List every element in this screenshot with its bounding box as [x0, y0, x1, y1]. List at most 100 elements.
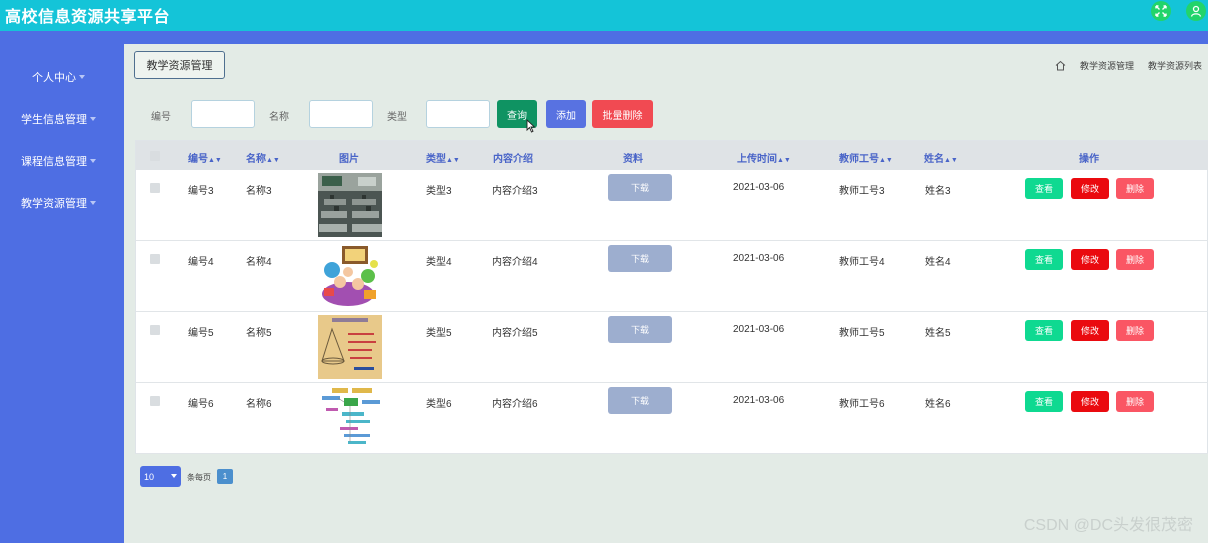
search-input-name[interactable] [309, 100, 373, 128]
chevron-down-icon [90, 201, 96, 205]
view-button[interactable]: 查看 [1025, 320, 1063, 341]
user-icon[interactable] [1186, 1, 1206, 21]
cell-name: 名称4 [246, 257, 272, 268]
search-input-id[interactable] [191, 100, 255, 128]
sort-icon: ▲▼ [777, 157, 791, 164]
edit-button[interactable]: 修改 [1071, 178, 1109, 199]
table-header: 编号▲▼ 名称▲▼ 图片 类型▲▼ 内容介绍 资料 上传时间▲▼ 教师工号▲▼ … [136, 141, 1208, 170]
cell-teacher-name: 姓名6 [925, 399, 951, 410]
download-button[interactable]: 下载 [608, 316, 672, 343]
page-size-select[interactable]: 10 [140, 466, 181, 487]
column-header-actions: 操作 [1079, 150, 1099, 165]
cell-teacher-name: 姓名4 [925, 257, 951, 268]
sidebar-item-course-info[interactable]: 课程信息管理 [21, 153, 124, 169]
column-header-teacher-name[interactable]: 姓名▲▼ [924, 150, 958, 165]
row-checkbox[interactable] [150, 183, 160, 193]
breadcrumb-item[interactable]: 教学资源管理 [1080, 59, 1134, 72]
delete-button[interactable]: 删除 [1116, 320, 1154, 341]
column-header-label: 名称 [246, 154, 266, 165]
add-button[interactable]: 添加 [546, 100, 586, 128]
column-header-label: 操作 [1079, 154, 1099, 165]
sidebar-item-student-info[interactable]: 学生信息管理 [21, 111, 124, 127]
home-icon[interactable] [1055, 60, 1066, 71]
batch-delete-button[interactable]: 批量删除 [592, 100, 653, 128]
column-header-intro: 内容介绍 [493, 150, 533, 165]
table-row: 编号3 名称3 类型3 内容介绍3 下载 2021-03-06 教师工号3 姓名… [136, 170, 1208, 241]
sidebar: 个人中心 学生信息管理 课程信息管理 教学资源管理 [0, 31, 124, 543]
delete-button[interactable]: 删除 [1116, 249, 1154, 270]
cell-type: 类型5 [426, 328, 452, 339]
sidebar-item-teaching-resources[interactable]: 教学资源管理 [21, 195, 124, 211]
download-button[interactable]: 下载 [608, 387, 672, 414]
column-header-id[interactable]: 编号▲▼ [188, 150, 222, 165]
page-size-value: 10 [144, 471, 155, 482]
cell-id: 编号6 [188, 399, 214, 410]
search-label-type: 类型 [387, 112, 407, 123]
sidebar-item-personal-center[interactable]: 个人中心 [32, 69, 124, 85]
cell-intro: 内容介绍6 [492, 399, 538, 410]
search-input-type[interactable] [426, 100, 490, 128]
chevron-down-icon [79, 75, 85, 79]
cartoon-image[interactable] [318, 244, 382, 308]
cell-type: 类型3 [426, 186, 452, 197]
sort-icon: ▲▼ [879, 157, 893, 164]
cell-intro: 内容介绍3 [492, 186, 538, 197]
cell-type: 类型4 [426, 257, 452, 268]
chevron-down-icon [90, 159, 96, 163]
mind-map-image[interactable] [318, 386, 382, 450]
row-checkbox[interactable] [150, 254, 160, 264]
cell-teacher-no: 教师工号4 [839, 257, 885, 268]
main-content: 教学资源管理 教学资源管理 教学资源列表 编号 名称 类型 查询 添加 批量删除… [124, 44, 1208, 543]
edit-button[interactable]: 修改 [1071, 320, 1109, 341]
column-header-image: 图片 [339, 150, 359, 165]
cell-teacher-no: 教师工号6 [839, 399, 885, 410]
column-header-label: 姓名 [924, 154, 944, 165]
row-checkbox[interactable] [150, 396, 160, 406]
download-button[interactable]: 下载 [608, 174, 672, 201]
edit-button[interactable]: 修改 [1071, 249, 1109, 270]
search-label-name: 名称 [269, 112, 289, 123]
column-header-label: 教师工号 [839, 154, 879, 165]
column-header-teacher-no[interactable]: 教师工号▲▼ [839, 150, 893, 165]
cell-type: 类型6 [426, 399, 452, 410]
column-header-name[interactable]: 名称▲▼ [246, 150, 280, 165]
cell-id: 编号5 [188, 328, 214, 339]
table-row: 编号6 名称6 类型6 内容介绍6 下载 2021-03-06 教师工号6 姓名… [136, 383, 1208, 454]
delete-button[interactable]: 删除 [1116, 391, 1154, 412]
column-header-label: 上传时间 [737, 154, 777, 165]
breadcrumb-item-current: 教学资源列表 [1147, 61, 1202, 71]
cell-teacher-no: 教师工号3 [839, 186, 885, 197]
chevron-down-icon [171, 474, 177, 478]
edit-button[interactable]: 修改 [1071, 391, 1109, 412]
delete-button[interactable]: 删除 [1116, 178, 1154, 199]
page-number-current[interactable]: 1 [217, 469, 233, 484]
cell-name: 名称3 [246, 186, 272, 197]
select-all-checkbox[interactable] [150, 151, 160, 161]
sidebar-item-label: 教学资源管理 [21, 198, 87, 210]
cell-upload-time: 2021-03-06 [733, 324, 785, 335]
sort-icon: ▲▼ [208, 157, 222, 164]
fullscreen-icon[interactable] [1151, 1, 1171, 21]
tab-teaching-resources[interactable]: 教学资源管理 [134, 51, 225, 79]
cell-intro: 内容介绍4 [492, 257, 538, 268]
column-header-label: 类型 [426, 154, 446, 165]
download-button[interactable]: 下载 [608, 245, 672, 272]
classroom-image[interactable] [318, 173, 382, 237]
resource-table: 编号▲▼ 名称▲▼ 图片 类型▲▼ 内容介绍 资料 上传时间▲▼ 教师工号▲▼ … [135, 140, 1208, 454]
sort-icon: ▲▼ [446, 157, 460, 164]
mouse-cursor-icon [526, 119, 536, 133]
view-button[interactable]: 查看 [1025, 391, 1063, 412]
cell-upload-time: 2021-03-06 [733, 182, 785, 193]
column-header-type[interactable]: 类型▲▼ [426, 150, 460, 165]
app-title: 高校信息资源共享平台 [5, 9, 171, 26]
column-header-upload-time[interactable]: 上传时间▲▼ [737, 150, 791, 165]
chevron-down-icon [90, 117, 96, 121]
column-header-label: 内容介绍 [493, 154, 533, 165]
cone-diagram-image[interactable] [318, 315, 382, 379]
cell-intro: 内容介绍5 [492, 328, 538, 339]
cell-teacher-name: 姓名3 [925, 186, 951, 197]
cell-teacher-name: 姓名5 [925, 328, 951, 339]
view-button[interactable]: 查看 [1025, 178, 1063, 199]
view-button[interactable]: 查看 [1025, 249, 1063, 270]
row-checkbox[interactable] [150, 325, 160, 335]
